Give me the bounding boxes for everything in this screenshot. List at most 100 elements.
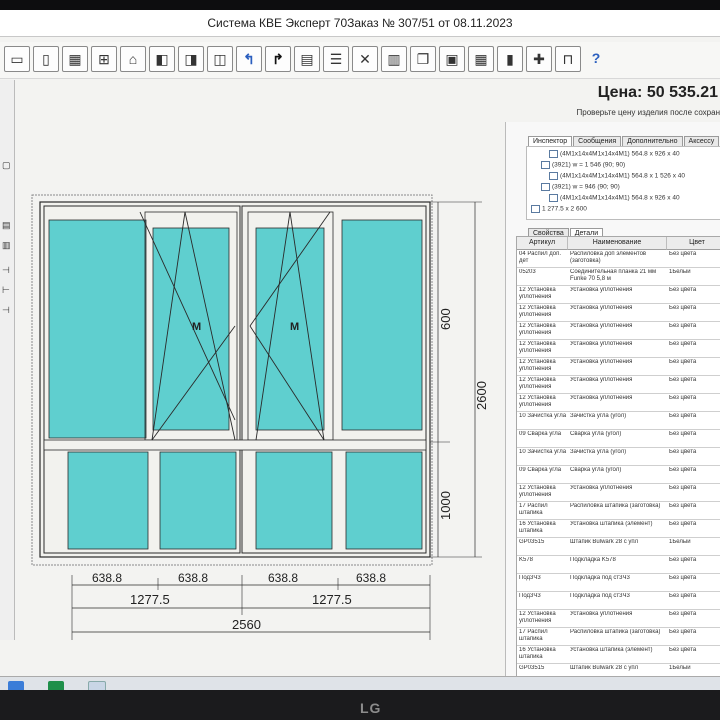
name-cell: Распиловка доп элементов (заготовка) (570, 251, 647, 264)
name-cell: Установка уплотнения (570, 611, 633, 617)
sash-glass-pane (152, 227, 230, 431)
dimension-label: 638.8 (268, 571, 298, 585)
article-cell: K578 (519, 557, 534, 563)
article-cell: 12 Установка уплотнения (519, 611, 556, 624)
rail-tool-icon[interactable]: ⊣ (2, 265, 12, 275)
toolbar: ▭ ▯ ▦ ⊞ ⌂ ◧ ◨ ◫ ↰ ↱ ▤ ☰ ✕ ▥ ❐ ▣ ▦ ▮ ✚ ⊓? (0, 42, 720, 79)
rail-tool-icon[interactable]: ▥ (2, 240, 12, 250)
copy-icon: ❐ (416, 51, 430, 67)
tree-item[interactable]: (4M1x14x4M1x14x4M1) 564.8 x 1 526 x 40 (549, 172, 685, 180)
sash-right-button[interactable]: ◨ (178, 46, 204, 72)
calculator-button[interactable]: ▦ (468, 46, 494, 72)
window-construction-drawing[interactable]: M M 600 2600 1000 638.8 638.8 638.8 638.… (20, 190, 500, 650)
table-row[interactable]: 05203 Соединительная планка 21 мм Funke 7… (517, 268, 720, 286)
table-row[interactable]: 12 Установка уплотнения Установка уплотне… (517, 484, 720, 502)
table-button[interactable]: ▤ (294, 46, 320, 72)
table-row[interactable]: 12 Установка уплотнения Установка уплотне… (517, 376, 720, 394)
help-icon: ? (591, 50, 601, 66)
name-cell: Установка уплотнения (570, 305, 633, 311)
column-header[interactable]: Артикул (517, 237, 568, 250)
start-icon[interactable] (8, 681, 24, 690)
table-row[interactable]: 12 Установка уплотнения Установка уплотне… (517, 340, 720, 358)
glass-pane (345, 451, 423, 550)
glass-pane (255, 451, 333, 550)
table-row[interactable]: Под3Ч3 Подкладка под ст3Ч3 Без цвета (517, 574, 720, 592)
article-cell: 05203 (519, 269, 536, 275)
table-row[interactable]: 12 Установка уплотнения Установка уплотне… (517, 286, 720, 304)
color-cell: Без цвета (669, 485, 697, 491)
rail-tool-icon[interactable]: ▤ (2, 220, 12, 230)
table-row[interactable]: 04 Распил доп. дет Распиловка доп элемент… (517, 250, 720, 268)
sash-left-button[interactable]: ◧ (149, 46, 175, 72)
article-cell: 17 Распил штапика (519, 503, 548, 516)
frame-one-button[interactable]: ▭ (4, 46, 30, 72)
delete-button[interactable]: ✕ (352, 46, 378, 72)
name-cell: Штапик Bulwark 28 с упл (570, 539, 639, 545)
table-row[interactable]: Под3Ч3 Подкладка под ст3Ч3 Без цвета (517, 592, 720, 610)
table-row[interactable]: 12 Установка уплотнения Установка уплотне… (517, 304, 720, 322)
table-row[interactable]: 16 Установка штапика Установка штапика (э… (517, 520, 720, 538)
rail-tool-icon[interactable]: ⊣ (2, 305, 12, 315)
dimension-label: 2560 (232, 617, 261, 632)
accessory-button[interactable]: ▮ (497, 46, 523, 72)
color-cell: Без цвета (669, 503, 697, 509)
tree-item[interactable]: (4M1x14x4M1x14x4M1) 564.8 x 926 x 40 (549, 194, 680, 202)
tree-item[interactable]: (3921) w = 1 546 (90; 90) (541, 161, 625, 169)
frame-arch-button[interactable]: ⌂ (120, 46, 146, 72)
color-cell: Без цвета (669, 611, 697, 617)
color-cell: Без цвета (669, 449, 697, 455)
color-cell: 1Белый (669, 539, 691, 545)
table-row[interactable]: 10 Зачистка угла Зачистка угла (угол) Без … (517, 412, 720, 430)
color-cell: Без цвета (669, 341, 697, 347)
table-row[interactable]: K578 Подкладка K578 Без цвета (517, 556, 720, 574)
redo-arrow-button[interactable]: ↱ (265, 46, 291, 72)
column-header[interactable]: Наименование (568, 237, 667, 250)
name-cell: Установка штапика (элемент) (570, 647, 653, 653)
excel-icon[interactable] (48, 681, 64, 690)
tree-item[interactable]: (4M1x14x4M1x14x4M1) 564.8 x 926 x 40 (549, 150, 680, 158)
table-row[interactable]: 10 Зачистка угла Зачистка угла (угол) Без … (517, 448, 720, 466)
mosquito-button[interactable]: ✚ (526, 46, 552, 72)
table-row[interactable]: 12 Установка уплотнения Установка уплотне… (517, 610, 720, 628)
color-cell: Без цвета (669, 647, 697, 653)
sash-double-button[interactable]: ◫ (207, 46, 233, 72)
color-cell: Без цвета (669, 323, 697, 329)
tree-item[interactable]: (3921) w = 946 (90; 90) (541, 183, 620, 191)
right-panel: Инспектор Сообщения Дополнительно Аксессу (… (505, 122, 720, 682)
table-row[interactable]: 09 Сварка угла Сварка угла (угол) Без цвет… (517, 430, 720, 448)
frame-arch-icon: ⌂ (128, 51, 138, 67)
help-button[interactable]: ? (584, 46, 608, 70)
report-button[interactable]: ▣ (439, 46, 465, 72)
table-row[interactable]: 12 Установка уплотнения Установка уплотне… (517, 322, 720, 340)
color-cell: Без цвета (669, 251, 697, 257)
table-row[interactable]: 17 Распил штапика Распиловка штапика (заг… (517, 628, 720, 646)
tree-item[interactable]: 1 277.5 x 2 600 (531, 205, 587, 213)
column-header[interactable]: Цвет (667, 237, 720, 250)
table-row[interactable]: 12 Установка уплотнения Установка уплотне… (517, 394, 720, 412)
glass-pane (341, 219, 423, 431)
table-row[interactable]: 12 Установка уплотнения Установка уплотне… (517, 358, 720, 376)
taskbar (0, 676, 720, 690)
dimension-label: 638.8 (178, 571, 208, 585)
undo-arrow-button[interactable]: ↰ (236, 46, 262, 72)
table-row[interactable]: GP03515 Штапик Bulwark 28 с упл 1Белый (517, 538, 720, 556)
details-table: Артикул Наименование Цвет 04 Распил доп.… (516, 236, 720, 678)
frame-grid-button[interactable]: ▦ (62, 46, 88, 72)
color-cell: Без цвета (669, 431, 697, 437)
rail-tool-icon[interactable]: ▢ (2, 160, 12, 170)
table-row[interactable]: 17 Распил штапика Распиловка штапика (заг… (517, 502, 720, 520)
article-cell: 17 Распил штапика (519, 629, 548, 642)
app-icon[interactable] (88, 681, 106, 690)
dimension-label: 638.8 (356, 571, 386, 585)
catalog-button[interactable]: ▥ (381, 46, 407, 72)
color-cell: Без цвета (669, 359, 697, 365)
table-row[interactable]: 16 Установка штапика Установка штапика (э… (517, 646, 720, 664)
name-cell: Подкладка под ст3Ч3 (570, 593, 630, 599)
list-button[interactable]: ☰ (323, 46, 349, 72)
frame-cross-button[interactable]: ⊞ (91, 46, 117, 72)
sill-button[interactable]: ⊓ (555, 46, 581, 72)
table-row[interactable]: 09 Сварка угла Сварка угла (угол) Без цвет… (517, 466, 720, 484)
copy-button[interactable]: ❐ (410, 46, 436, 72)
rail-tool-icon[interactable]: ⊢ (2, 285, 12, 295)
frame-two-button[interactable]: ▯ (33, 46, 59, 72)
